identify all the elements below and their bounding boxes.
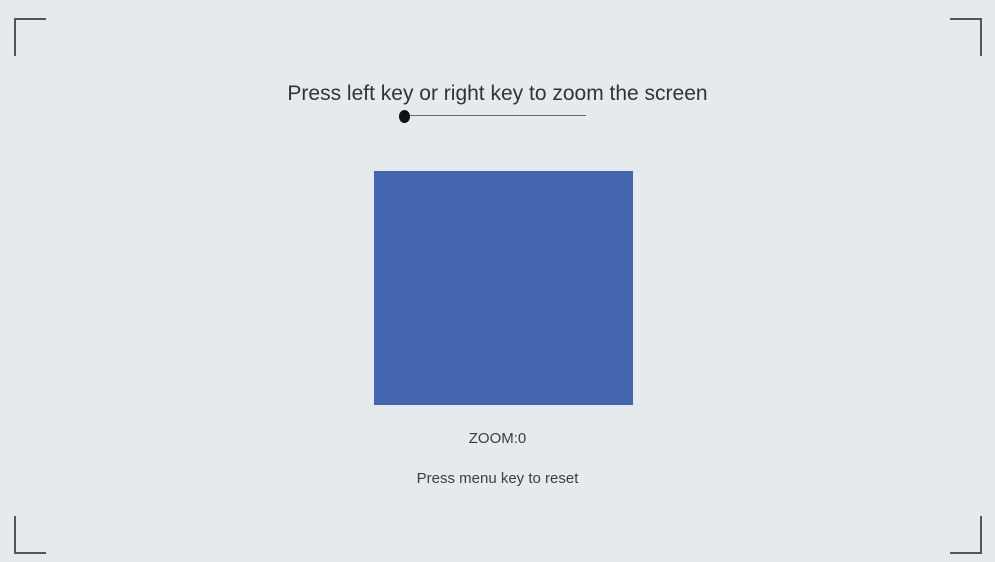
corner-bracket-top-left [14,18,46,56]
zoom-screen: Press left key or right key to zoom the … [0,0,995,562]
corner-bracket-bottom-right [950,516,982,554]
zoom-preview-square [374,171,633,405]
zoom-level-readout: ZOOM:0 [468,430,527,447]
zoom-instruction-text: Press left key or right key to zoom the … [287,82,708,105]
corner-bracket-bottom-left [14,516,46,554]
corner-bracket-top-right [950,18,982,56]
zoom-slider[interactable] [399,109,586,123]
reset-hint-text: Press menu key to reset [416,470,579,487]
zoom-slider-track [406,115,586,116]
zoom-slider-handle[interactable] [399,110,410,123]
